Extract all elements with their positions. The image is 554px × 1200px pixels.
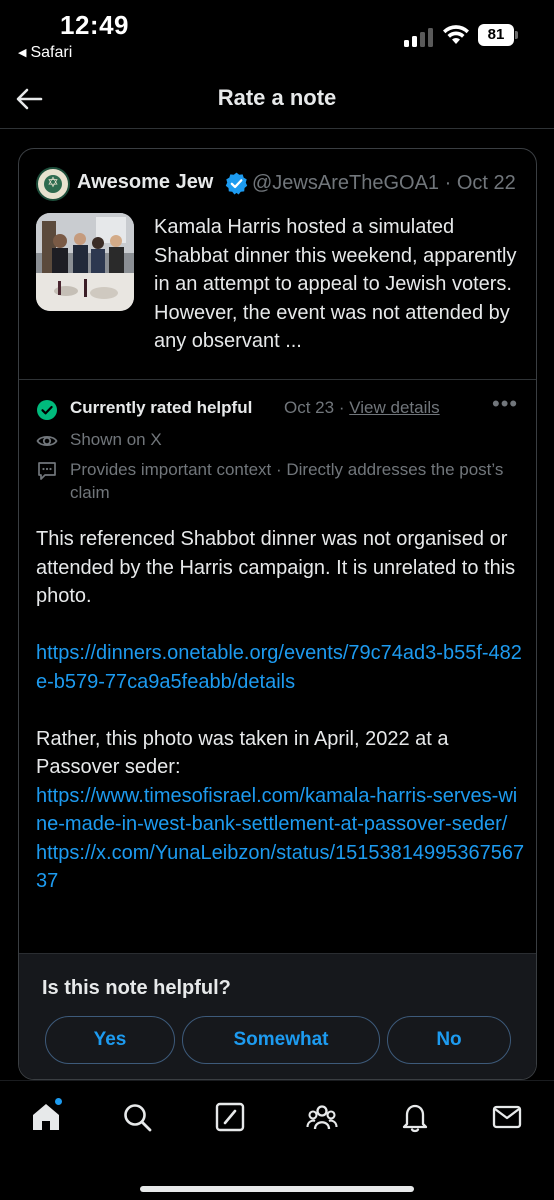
check-circle-icon [37,400,57,420]
search-icon[interactable] [120,1100,154,1134]
yes-button[interactable]: Yes [45,1016,175,1064]
page-title: Rate a note [217,85,337,110]
no-button[interactable]: No [387,1016,511,1064]
header-divider [0,128,554,129]
post-date[interactable]: Oct 22 [457,172,516,194]
post-image[interactable] [36,213,134,311]
comment-icon [38,462,56,480]
star-of-david-icon: ✡ [47,174,59,190]
cellular-signal-icon [404,27,434,47]
view-details-link[interactable]: View details [349,398,439,417]
home-icon[interactable] [29,1097,63,1134]
note-link[interactable]: https://www.timesofisrael.com/kamala-har… [36,785,517,836]
back-to-app-link[interactable]: ◀ Safari [18,44,72,62]
notification-dot [54,1097,63,1106]
note-reasons-row: Provides important context · Directly ad… [36,458,526,508]
battery-level: 81 [478,24,514,46]
divider [19,379,536,380]
messages-icon[interactable] [490,1100,524,1134]
note-status-label: Currently rated helpful [70,398,253,417]
communities-icon[interactable] [305,1100,339,1134]
note-text: Rather, this photo was taken in April, 2… [36,727,449,779]
back-triangle-icon: ◀ [18,47,27,59]
note-link[interactable]: https://x.com/YunaLeibzon/status/1515381… [36,842,524,893]
status-bar: 12:49 ◀ Safari 81 [0,0,554,70]
author-name[interactable]: Awesome Jew [77,171,213,194]
somewhat-button[interactable]: Somewhat [182,1016,380,1064]
notifications-icon[interactable] [398,1100,432,1134]
more-options-icon[interactable]: ••• [492,393,520,421]
note-reasons: Provides important context · Directly ad… [70,460,504,502]
home-indicator [140,1186,414,1192]
note-meta: Oct 23 · View details [284,398,440,417]
back-app-label: Safari [30,44,73,61]
wifi-icon [443,25,469,44]
note-card: ✡ Awesome Jew @JewsAreTheGOA1 · Oct 22 K… [18,148,537,1080]
note-status-row: Currently rated helpful Oct 23 · View de… [36,393,526,423]
tab-bar [0,1080,554,1200]
author-handle[interactable]: @JewsAreTheGOA1 [252,172,439,194]
eye-icon [36,435,58,447]
rating-question: Is this note helpful? [42,977,231,999]
note-text: This referenced Shabbot dinner was not o… [36,528,516,607]
grok-icon[interactable] [213,1100,247,1134]
post-text: Kamala Harris hosted a simulated Shabbat… [154,216,517,352]
clock: 12:49 [60,10,129,40]
quoted-post[interactable]: ✡ Awesome Jew @JewsAreTheGOA1 · Oct 22 K… [19,149,536,379]
note-date: Oct 23 [284,398,335,417]
rating-panel: Is this note helpful? Yes Somewhat No [19,953,536,1079]
avatar[interactable]: ✡ [36,167,70,201]
shown-on-label: Shown on X [70,430,162,449]
note-link[interactable]: https://dinners.onetable.org/events/79c7… [36,642,522,693]
post-meta: @JewsAreTheGOA1 · Oct 22 [252,172,516,194]
battery-indicator: 81 [478,24,518,46]
page-header: Rate a note [0,70,554,128]
note-body: This referenced Shabbot dinner was not o… [36,525,526,896]
verified-badge-icon [225,172,248,195]
